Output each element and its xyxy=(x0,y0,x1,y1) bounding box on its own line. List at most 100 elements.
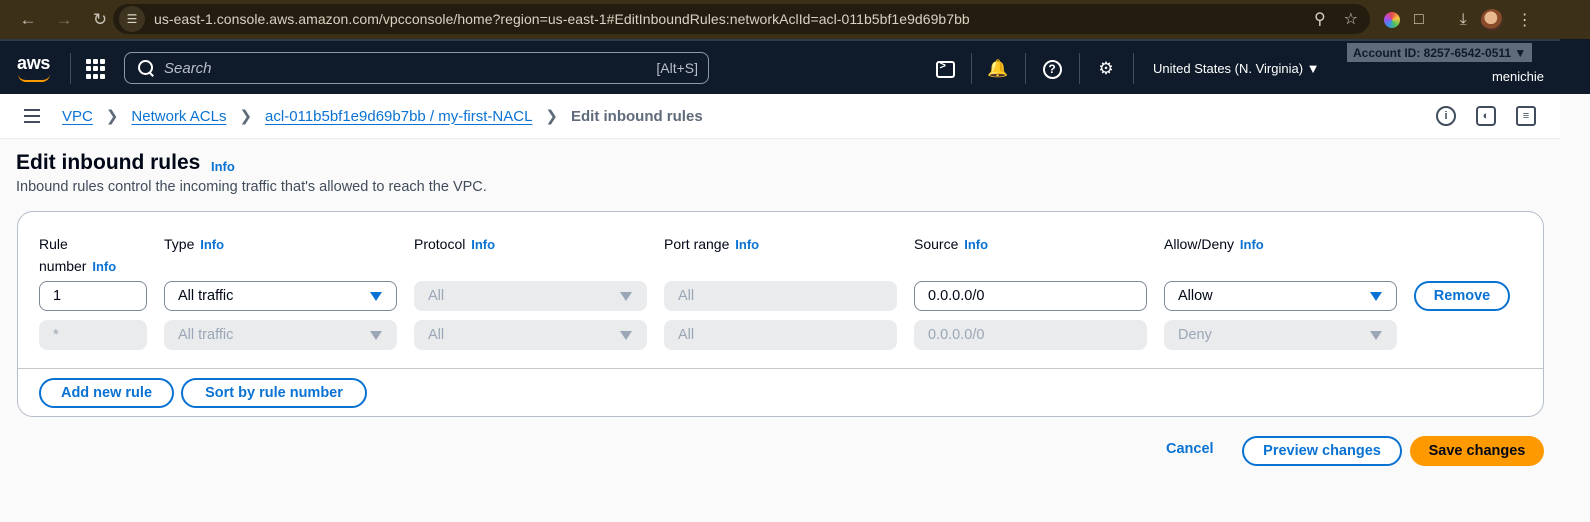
user-name[interactable]: menichie xyxy=(1492,69,1544,84)
help-icon[interactable]: ? xyxy=(1040,57,1064,81)
col-allow-deny-label: Allow/Deny xyxy=(1164,236,1235,252)
browser-toolbar: ← → ↻ ☰ us-east-1.console.aws.amazon.com… xyxy=(0,0,1590,39)
cloudshell-icon[interactable] xyxy=(933,57,957,81)
site-info-icon[interactable]: ☰ xyxy=(119,6,145,32)
search-icon xyxy=(137,59,155,77)
extensions-puzzle-icon[interactable]: □ xyxy=(1414,11,1424,29)
search-input[interactable] xyxy=(164,59,657,77)
scrollbar-header xyxy=(1560,39,1590,94)
default-allow-deny-value: Deny xyxy=(1178,327,1212,343)
aws-logo-smile xyxy=(18,74,50,82)
sort-by-rule-number-button[interactable]: Sort by rule number xyxy=(181,378,367,408)
title-info-link[interactable]: Info xyxy=(211,159,235,174)
breadcrumb-bar: VPC ❯ Network ACLs ❯ acl-011b5bf1e9d69b7… xyxy=(0,94,1560,139)
col-rule-number-label: Rule xyxy=(39,236,68,252)
breadcrumb-network-acls[interactable]: Network ACLs xyxy=(131,108,226,125)
nav-divider xyxy=(1133,53,1134,84)
url-text[interactable]: us-east-1.console.aws.amazon.com/vpccons… xyxy=(154,11,970,27)
caret-down-icon xyxy=(620,331,632,340)
preview-changes-button[interactable]: Preview changes xyxy=(1242,436,1402,466)
aws-top-navigation: aws [Alt+S] 🔔 ? ⚙ United States (N. Virg… xyxy=(0,39,1560,94)
default-rule-number: * xyxy=(39,320,147,350)
col-source-label: Source xyxy=(914,236,959,252)
col-port-range: Port range Info xyxy=(664,233,759,256)
col-protocol: Protocol Info xyxy=(414,233,495,256)
chevron-right-icon: ❯ xyxy=(239,108,253,125)
cancel-button[interactable]: Cancel xyxy=(1166,441,1214,457)
nav-divider xyxy=(971,53,972,84)
info-panel-icon[interactable]: i xyxy=(1436,106,1456,126)
bookmark-star-icon[interactable]: ☆ xyxy=(1344,9,1358,29)
default-allow-deny-select: Deny xyxy=(1164,320,1397,350)
caret-down-icon xyxy=(1370,292,1382,301)
region-selector[interactable]: United States (N. Virginia) ▼ xyxy=(1153,61,1320,76)
rule-number-input[interactable]: 1 xyxy=(39,281,147,311)
default-protocol-value: All xyxy=(428,327,445,343)
col-allow-deny: Allow/Deny Info xyxy=(1164,233,1264,256)
col-port-range-label: Port range xyxy=(664,236,730,252)
default-port-range: All xyxy=(664,320,897,350)
browser-menu-icon[interactable]: ⋮ xyxy=(1517,10,1533,30)
rules-divider xyxy=(18,368,1543,369)
profile-avatar[interactable] xyxy=(1480,8,1503,31)
default-type-value: All traffic xyxy=(178,327,234,343)
breadcrumb: VPC ❯ Network ACLs ❯ acl-011b5bf1e9d69b7… xyxy=(62,107,703,126)
allow-deny-info-link[interactable]: Info xyxy=(1240,237,1264,252)
protocol-info-link[interactable]: Info xyxy=(471,237,495,252)
security-hub-icon[interactable]: ◐ xyxy=(1476,106,1496,126)
protocol-select: All xyxy=(414,281,647,311)
services-grid-icon[interactable] xyxy=(86,59,106,79)
default-type-select: All traffic xyxy=(164,320,397,350)
protocol-select-value: All xyxy=(428,288,445,304)
account-id-menu[interactable]: Account ID: 8257-6542-0511 ▼ xyxy=(1347,43,1533,62)
settings-gear-icon[interactable]: ⚙ xyxy=(1094,57,1118,81)
notifications-panel-icon[interactable]: ≡ xyxy=(1516,106,1536,126)
breadcrumb-current: Edit inbound rules xyxy=(571,107,703,125)
source-input[interactable]: 0.0.0.0/0 xyxy=(914,281,1147,311)
caret-down-icon xyxy=(370,331,382,340)
col-rule-number-label-2: number xyxy=(39,258,87,274)
allow-deny-select[interactable]: Allow xyxy=(1164,281,1397,311)
remove-rule-button[interactable]: Remove xyxy=(1414,281,1510,311)
forward-arrow-icon[interactable]: → xyxy=(46,6,82,34)
download-icon[interactable]: ⤓ xyxy=(1460,11,1467,29)
address-bar[interactable]: ☰ us-east-1.console.aws.amazon.com/vpcco… xyxy=(113,4,1370,34)
add-new-rule-button[interactable]: Add new rule xyxy=(39,378,174,408)
port-range-input: All xyxy=(664,281,897,311)
notifications-bell-icon[interactable]: 🔔 xyxy=(986,57,1010,81)
aws-logo[interactable]: aws xyxy=(17,53,50,74)
type-select-value: All traffic xyxy=(178,288,234,304)
source-info-link[interactable]: Info xyxy=(964,237,988,252)
hamburger-menu-icon[interactable] xyxy=(24,109,40,123)
search-box[interactable]: [Alt+S] xyxy=(124,52,709,84)
type-select[interactable]: All traffic xyxy=(164,281,397,311)
page-description: Inbound rules control the incoming traff… xyxy=(16,179,487,195)
nav-divider xyxy=(1025,53,1026,84)
zoom-icon[interactable]: ⚲ xyxy=(1314,9,1326,29)
page-title: Edit inbound rules xyxy=(16,151,201,174)
col-type-label: Type xyxy=(164,236,195,252)
chevron-right-icon: ❯ xyxy=(105,108,119,125)
type-info-link[interactable]: Info xyxy=(200,237,224,252)
nav-divider xyxy=(1079,53,1080,84)
scrollbar-track[interactable] xyxy=(1560,39,1590,522)
back-arrow-icon[interactable]: ← xyxy=(10,6,46,34)
save-changes-button[interactable]: Save changes xyxy=(1410,436,1544,466)
default-source: 0.0.0.0/0 xyxy=(914,320,1147,350)
port-range-info-link[interactable]: Info xyxy=(735,237,759,252)
caret-down-icon xyxy=(1370,331,1382,340)
chevron-right-icon: ❯ xyxy=(545,108,558,125)
rule-number-info-link[interactable]: Info xyxy=(92,259,116,274)
col-protocol-label: Protocol xyxy=(414,236,466,252)
search-shortcut-hint: [Alt+S] xyxy=(656,60,698,76)
nav-divider xyxy=(70,53,71,84)
extension-color-icon[interactable] xyxy=(1384,11,1400,28)
breadcrumb-acl[interactable]: acl-011b5bf1e9d69b7bb / my-first-NACL xyxy=(265,108,532,125)
inbound-rules-container: Rule number Info Type Info Protocol Info… xyxy=(17,211,1544,417)
col-type: Type Info xyxy=(164,233,224,256)
allow-deny-select-value: Allow xyxy=(1178,288,1213,304)
caret-down-icon xyxy=(620,292,632,301)
caret-down-icon xyxy=(370,292,382,301)
col-rule-number: Rule number Info xyxy=(39,233,116,278)
breadcrumb-vpc[interactable]: VPC xyxy=(62,108,93,125)
